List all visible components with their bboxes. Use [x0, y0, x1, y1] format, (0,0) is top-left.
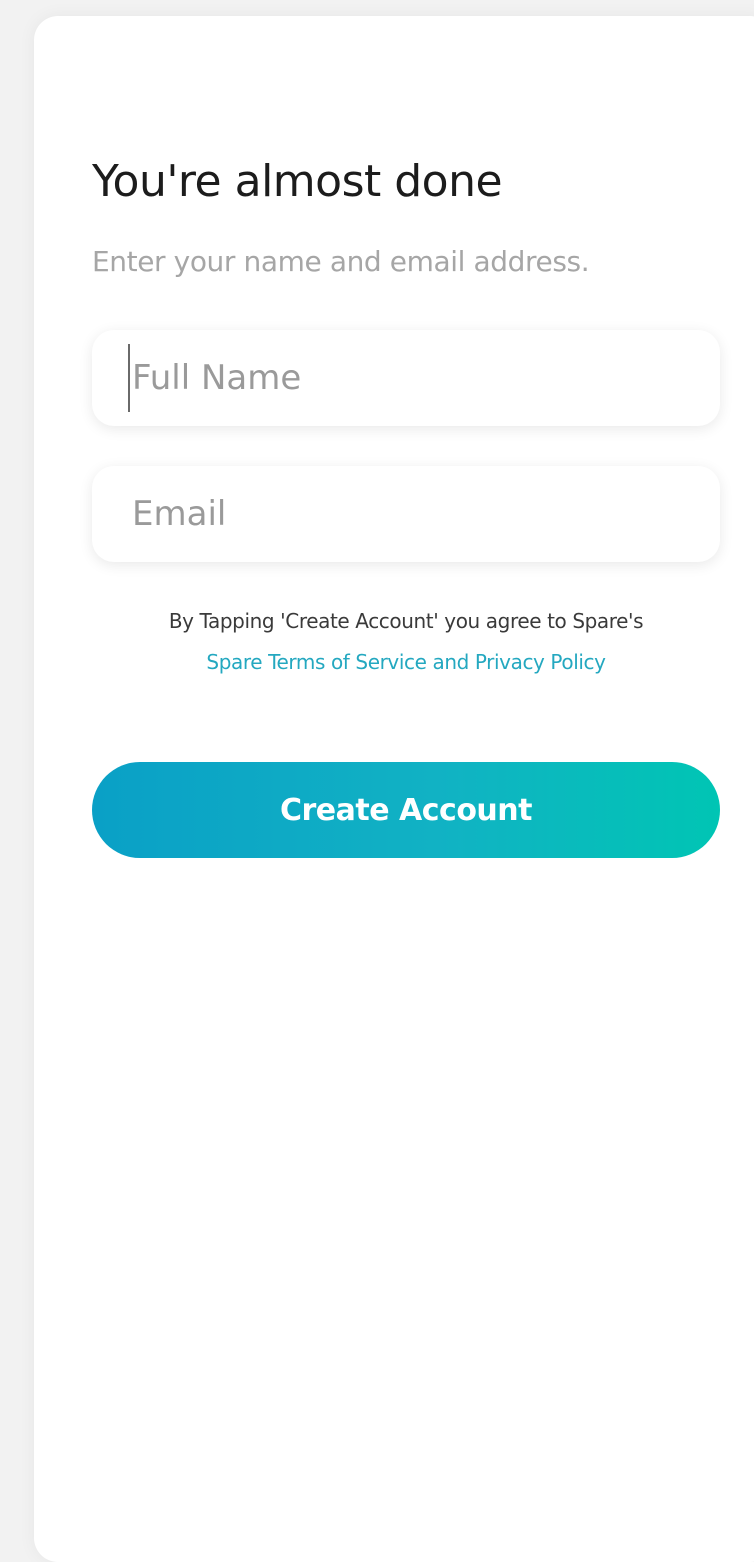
- full-name-input[interactable]: [92, 330, 720, 426]
- email-input[interactable]: [92, 466, 720, 562]
- page-title: You're almost done: [92, 156, 503, 207]
- terms-notice: By Tapping 'Create Account' you agree to…: [168, 609, 644, 633]
- text-cursor: [128, 344, 130, 412]
- full-name-field[interactable]: [92, 330, 720, 426]
- page-subtitle: Enter your name and email address.: [92, 245, 590, 278]
- terms-link[interactable]: Spare Terms of Service and Privacy Polic…: [92, 650, 720, 674]
- email-field[interactable]: [92, 466, 720, 562]
- create-account-button[interactable]: Create Account: [92, 762, 720, 858]
